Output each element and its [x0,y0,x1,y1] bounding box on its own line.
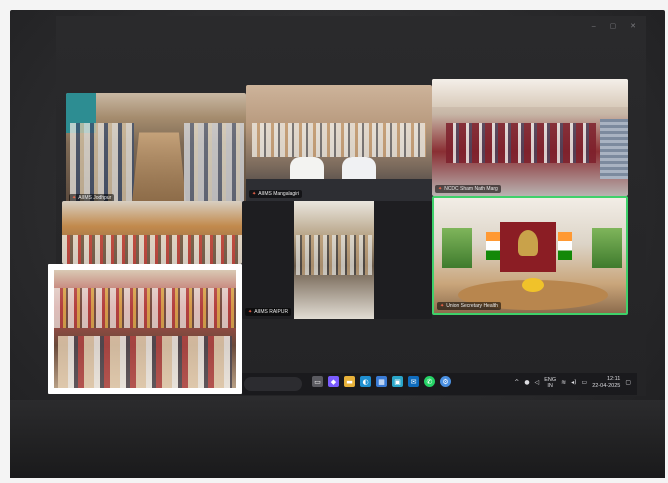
audience-photo [54,270,236,388]
chevron-up-icon[interactable]: ^ [514,379,519,386]
audience-rows [62,235,242,264]
taskbar-search-input[interactable] [244,377,302,391]
flower-bouquet [522,278,544,292]
outlook-icon[interactable]: ✉ [408,376,419,387]
video-tile-ncdc[interactable]: ✦ NCDC Sham Nath Marg [432,79,628,196]
auditorium-seats [446,123,596,163]
video-tile-union-secretary-health[interactable]: ✦ Union Secretary Health [432,196,628,315]
video-tile-gallery[interactable] [62,201,242,264]
tile-name-text: NCDC Sham Nath Marg [444,186,498,192]
auditorium-ceiling [432,79,628,107]
video-tile-aiims-jodhpur[interactable]: ✦ AIIMS Jodhpur [66,93,246,205]
window [592,228,622,268]
edge-browser-icon[interactable]: ◐ [360,376,371,387]
video-tile-framed-audience[interactable] [48,264,242,394]
video-tile-aiims-raipur[interactable]: ✦ AIIMS RAIPUR [242,201,432,319]
mic-muted-icon: ✦ [440,303,445,309]
whatsapp-icon[interactable]: ✆ [424,376,435,387]
task-view-icon[interactable]: ▭ [312,376,323,387]
mic-muted-icon: ✦ [252,191,257,197]
front-row-participants [58,336,232,388]
tile-name-text: Union Secretary Health [446,303,498,309]
tile-name-text: AIIMS Mangalagiri [258,191,300,197]
participants-right [184,123,244,203]
notification-app-icon[interactable]: ● [524,379,529,386]
video-tile-aiims-mangalagiri[interactable]: ✦ AIIMS Mangalagiri [246,85,432,201]
store-icon[interactable]: ▦ [376,376,387,387]
language-indicator[interactable]: ENG IN [544,377,556,389]
location-icon[interactable]: ◁ [535,379,540,386]
tile-name-label: ✦ AIIMS RAIPUR [245,308,292,316]
wall-below-screen [10,400,665,478]
settings-icon[interactable]: ⚙ [440,376,451,387]
photos-icon[interactable]: ▣ [392,376,403,387]
notifications-icon[interactable]: ▢ [625,379,631,386]
taskbar-app-icons: ▭ ◆ ▬ ◐ ▦ ▣ ✉ ✆ ⚙ [312,376,451,387]
window-controls[interactable]: – ▢ ✕ [592,22,642,30]
auditorium-steps [600,119,628,179]
clock-date: 22-04-2025 [592,382,621,389]
audience-rows [252,123,426,157]
clock[interactable]: 12:11 22-04-2025 [592,376,620,389]
wifi-icon[interactable]: ≋ [561,379,566,386]
audience-rows [296,235,372,275]
copilot-icon[interactable]: ◆ [328,376,339,387]
system-tray: ^ ● ◁ ENG IN ≋ ◂) ▭ 12:11 22-04-2025 ▢ [514,376,631,389]
mic-muted-icon: ✦ [248,309,253,315]
file-explorer-icon[interactable]: ▬ [344,376,355,387]
region-code: IN [547,382,553,389]
conference-table [131,132,187,205]
participants-left [70,123,134,203]
tile-name-label: ✦ AIIMS Mangalagiri [249,190,303,198]
tile-name-label: ✦ NCDC Sham Nath Marg [435,185,501,193]
indian-flag-icon [558,232,572,260]
indian-flag-icon [486,232,500,260]
mic-muted-icon: ✦ [438,186,443,192]
national-emblem-icon [518,230,538,256]
window [442,228,472,268]
lecture-hall [294,201,374,319]
battery-icon[interactable]: ▭ [582,379,588,386]
windows-taskbar: ▭ ◆ ▬ ◐ ▦ ▣ ✉ ✆ ⚙ ^ ● ◁ ENG IN ≋ ◂) ▭ 12… [242,373,637,395]
tile-name-label: ✦ Union Secretary Health [437,302,501,310]
audience-rows [54,288,236,328]
tile-name-text: AIIMS RAIPUR [254,309,289,315]
volume-icon[interactable]: ◂) [571,379,576,386]
